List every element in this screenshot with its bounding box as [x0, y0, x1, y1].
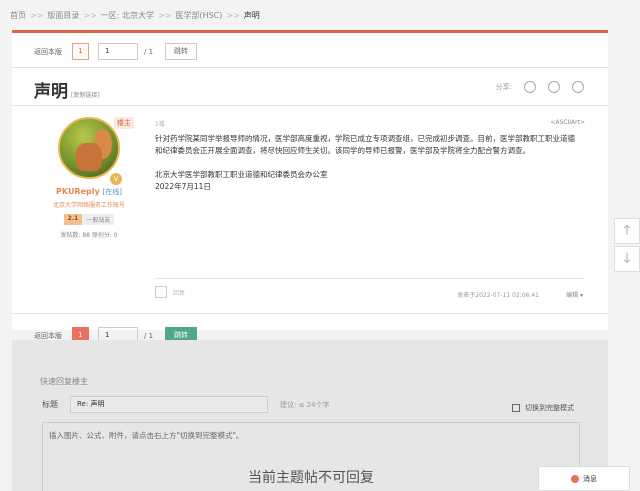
- message-icon: [571, 474, 579, 483]
- author-name[interactable]: PKUReply [在线]: [24, 187, 154, 197]
- divider: [12, 105, 608, 106]
- page-input[interactable]: 1: [98, 43, 138, 60]
- share-bar: 分享:: [496, 81, 584, 93]
- author-username[interactable]: PKUReply: [56, 187, 100, 196]
- subject-input[interactable]: Re: 声明: [70, 396, 268, 413]
- share-label: 分享:: [495, 83, 512, 91]
- arrow-up-icon: ↑: [621, 223, 633, 239]
- avatar-squirrel: [76, 143, 102, 171]
- breadcrumb-separator: >>: [83, 11, 97, 20]
- post-paragraph: 针对药学院某同学举报导师的情况，医学部高度重视，学院已成立专项调查组，已完成初步…: [155, 134, 575, 155]
- post-card: 返回本版 1 1 / 1 跳转 声明 [复制链接] 分享: 楼主 V PKURe…: [12, 30, 608, 344]
- post-title-row: 声明 [复制链接]: [34, 77, 100, 102]
- editor-placeholder: 插入图片、公式、附件，请点击右上方"切换到完整模式"。: [49, 431, 244, 440]
- back-to-board-link[interactable]: 返回本版: [34, 47, 62, 57]
- verified-icon: V: [110, 173, 122, 185]
- jump-button[interactable]: 跳转: [165, 43, 198, 60]
- quick-reply-title: 快速回复楼主: [40, 377, 88, 386]
- full-mode-toggle[interactable]: 切换到完整模式: [512, 403, 574, 413]
- page-title: 声明: [34, 82, 68, 102]
- post-date: 2022年7月11日: [155, 182, 211, 191]
- online-status: [在线]: [102, 188, 122, 196]
- page-button[interactable]: 1: [72, 43, 89, 60]
- ascii-art-link[interactable]: <ASCIIArt>: [550, 119, 585, 126]
- breadcrumb-board-list[interactable]: 版面目录: [47, 10, 79, 21]
- divider: [155, 278, 585, 279]
- post-content: 针对药学院某同学举报导师的情况，医学部高度重视，学院已成立专项调查组，已完成初步…: [155, 133, 580, 205]
- breadcrumb-zone[interactable]: 一区: 北京大学: [101, 10, 154, 21]
- renren-share-icon[interactable]: [548, 81, 560, 93]
- post-timestamp: 发表于2022-07-11 02:06:41: [457, 292, 539, 299]
- op-badge: 楼主: [114, 117, 134, 129]
- divider: [12, 313, 608, 314]
- scroll-bottom-button[interactable]: ↓: [614, 246, 640, 272]
- scroll-top-button[interactable]: ↑: [614, 218, 640, 244]
- author-subtitle: 北京大学网络服务工作账号: [52, 202, 125, 209]
- divider: [12, 67, 608, 68]
- back-to-board-link[interactable]: 返回本版: [34, 331, 62, 341]
- messages-button[interactable]: 消息: [538, 466, 630, 491]
- author-stats: 发帖数: 88 原创分: 0: [60, 232, 118, 239]
- top-pager: 返回本版 1 1 / 1 跳转: [34, 43, 198, 60]
- level-name: 一般站友: [82, 214, 115, 225]
- breadcrumb-board[interactable]: 医学部(HSC): [175, 10, 222, 21]
- avatar[interactable]: [58, 117, 120, 179]
- breadcrumb: 首页 >> 版面目录 >> 一区: 北京大学 >> 医学部(HSC) >> 声明: [10, 10, 260, 21]
- reply-label: 回复: [173, 289, 186, 297]
- breadcrumb-separator: >>: [30, 11, 44, 20]
- copy-link-button[interactable]: [复制链接]: [71, 90, 100, 99]
- author-panel: 楼主 V PKUReply [在线] 北京大学网络服务工作账号 2.1 一般站友…: [24, 117, 154, 239]
- reply-button[interactable]: 回复: [155, 286, 185, 298]
- breadcrumb-separator: >>: [226, 11, 240, 20]
- pencil-icon: [155, 286, 167, 298]
- breadcrumb-separator: >>: [158, 11, 172, 20]
- full-mode-label: 切换到完整模式: [525, 404, 574, 412]
- post-signature: 北京大学医学部教职工职业道德和纪律委员会办公室: [155, 170, 328, 179]
- weibo-share-icon[interactable]: [524, 81, 536, 93]
- page-total: / 1: [144, 47, 154, 56]
- breadcrumb-current: 声明: [243, 11, 260, 20]
- breadcrumb-home[interactable]: 首页: [10, 10, 26, 21]
- arrow-down-icon: ↓: [621, 251, 633, 267]
- level-number: 2.1: [63, 214, 83, 225]
- page-total: / 1: [144, 331, 154, 340]
- messages-label: 消息: [583, 474, 597, 483]
- link-share-icon[interactable]: [572, 81, 584, 93]
- edit-icon: [512, 404, 520, 412]
- author-level: 2.1 一般站友: [63, 214, 115, 225]
- reply-locked-notice: 当前主题帖不可回复: [248, 470, 374, 486]
- edit-menu[interactable]: 编辑 ▾: [566, 290, 583, 299]
- reply-editor[interactable]: 插入图片、公式、附件，请点击右上方"切换到完整模式"。 当前主题帖不可回复: [42, 422, 580, 491]
- subject-hint: 建议: ≤ 24个字: [280, 401, 330, 409]
- subject-label: 标题: [42, 400, 58, 409]
- floor-number: 1楼: [155, 121, 165, 128]
